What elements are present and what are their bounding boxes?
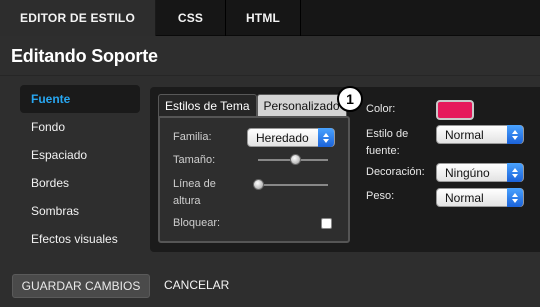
save-changes-button[interactable]: GUARDAR CAMBIOS — [12, 274, 150, 298]
tab-style-editor[interactable]: EDITOR DE ESTILO — [0, 0, 156, 36]
select-arrows-icon — [318, 128, 334, 147]
sidebar-item-efectos-visuales[interactable]: Efectos visuales — [20, 225, 140, 253]
decoration-label: Decoración: — [366, 166, 425, 178]
line-height-slider-knob[interactable] — [253, 179, 264, 190]
size-label: Tamaño: — [173, 154, 216, 166]
lock-label: Bloquear: — [173, 217, 221, 229]
weight-value: Normal — [445, 190, 484, 205]
title-divider — [0, 75, 540, 76]
tab-theme-styles[interactable]: Estilos de Tema — [158, 94, 257, 116]
sidebar-item-bordes[interactable]: Bordes — [20, 169, 140, 197]
font-style-select[interactable]: Normal — [436, 125, 524, 144]
callout-badge: 1 — [337, 86, 363, 112]
sidebar-item-fuente[interactable]: Fuente — [20, 85, 140, 113]
line-height-label: Línea de altura — [173, 178, 216, 207]
family-select[interactable]: Heredado — [247, 128, 335, 147]
page-title: Editando Soporte — [11, 46, 158, 66]
tab-html[interactable]: HTML — [226, 0, 301, 36]
family-select-value: Heredado — [256, 130, 309, 145]
top-tab-bar: EDITOR DE ESTILO CSS HTML — [0, 0, 540, 36]
color-swatch[interactable] — [436, 100, 474, 120]
sidebar-item-fondo[interactable]: Fondo — [20, 113, 140, 141]
decoration-select[interactable]: Ningúno — [436, 163, 524, 182]
tab-css[interactable]: CSS — [156, 0, 226, 36]
sidebar-item-espaciado[interactable]: Espaciado — [20, 141, 140, 169]
weight-select[interactable]: Normal — [436, 188, 524, 207]
lock-checkbox[interactable] — [321, 218, 332, 229]
font-style-label: Estilo de fuente: — [366, 128, 409, 157]
select-arrows-icon — [507, 163, 523, 182]
decoration-value: Ningúno — [445, 165, 490, 180]
color-label: Color: — [366, 103, 396, 115]
line-height-slider-track — [258, 184, 328, 186]
font-style-value: Normal — [445, 127, 484, 142]
subtab-bar: Estilos de Tema Personalizado — [158, 94, 347, 116]
select-arrows-icon — [507, 125, 523, 144]
sidebar-nav: Fuente Fondo Espaciado Bordes Sombras Ef… — [20, 85, 140, 253]
sidebar-item-sombras[interactable]: Sombras — [20, 197, 140, 225]
select-arrows-icon — [507, 188, 523, 207]
weight-label: Peso: — [366, 190, 395, 202]
cancel-link[interactable]: CANCELAR — [164, 278, 229, 292]
family-label: Familia: — [173, 131, 212, 143]
tab-custom[interactable]: Personalizado — [256, 94, 347, 116]
